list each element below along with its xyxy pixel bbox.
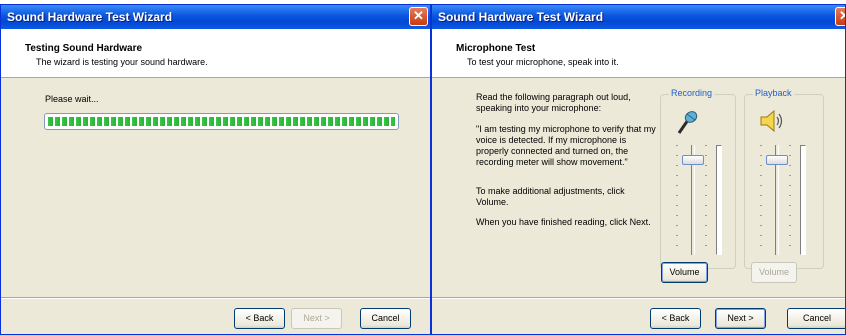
- recording-group: Recording: [660, 88, 736, 269]
- wizard-header: Testing Sound Hardware The wizard is tes…: [1, 29, 430, 78]
- next-button[interactable]: Next >: [291, 308, 342, 329]
- playback-label: Playback: [753, 88, 794, 98]
- slider-ticks: [789, 145, 791, 255]
- window-title: Sound Hardware Test Wizard: [7, 10, 173, 24]
- close-button[interactable]: ✕: [835, 7, 845, 26]
- status-text: Please wait...: [45, 94, 99, 104]
- back-button[interactable]: < Back: [650, 308, 701, 329]
- testing-sound-hardware-window: Sound Hardware Test Wizard ✕ Testing Sou…: [0, 4, 431, 335]
- slider-ticks: [760, 145, 762, 255]
- close-icon: ✕: [413, 8, 424, 23]
- cancel-button[interactable]: Cancel: [360, 308, 411, 329]
- progress-fill: [48, 117, 395, 126]
- playback-slider-thumb[interactable]: [766, 155, 788, 165]
- cancel-button[interactable]: Cancel: [787, 308, 845, 329]
- progress-bar: [44, 113, 399, 130]
- close-button[interactable]: ✕: [409, 7, 428, 26]
- header-title: Testing Sound Hardware: [25, 43, 143, 54]
- instruction-read-aloud: Read the following paragraph out loud, s…: [476, 92, 631, 113]
- slider-ticks: [705, 145, 707, 255]
- next-button[interactable]: Next >: [715, 308, 766, 329]
- recording-volume-button[interactable]: Volume: [661, 262, 708, 283]
- playback-level-meter: [800, 145, 806, 255]
- playback-volume-button[interactable]: Volume: [751, 262, 797, 283]
- slider-ticks: [676, 145, 678, 255]
- window-title: Sound Hardware Test Wizard: [438, 10, 604, 24]
- instruction-quote: "I am testing my microphone to verify th…: [476, 124, 656, 167]
- playback-group: Playback: [744, 88, 824, 269]
- title-bar[interactable]: Sound Hardware Test Wizard ✕: [1, 5, 430, 29]
- header-subtitle: The wizard is testing your sound hardwar…: [36, 57, 208, 67]
- instruction-next: When you have finished reading, click Ne…: [476, 217, 651, 227]
- recording-slider-thumb[interactable]: [682, 155, 704, 165]
- back-button[interactable]: < Back: [234, 308, 285, 329]
- speaker-icon: [760, 109, 783, 133]
- recording-level-meter: [716, 145, 722, 255]
- microphone-test-window: Sound Hardware Test Wizard ✕ Microphone …: [431, 4, 846, 335]
- microphone-icon: [677, 111, 698, 134]
- header-subtitle: To test your microphone, speak into it.: [467, 57, 619, 67]
- recording-label: Recording: [669, 88, 715, 98]
- title-bar[interactable]: Sound Hardware Test Wizard ✕: [432, 5, 845, 29]
- close-icon: ✕: [839, 8, 845, 23]
- button-separator: [432, 297, 845, 299]
- wizard-header: Microphone Test To test your microphone,…: [432, 29, 845, 78]
- header-title: Microphone Test: [456, 43, 536, 54]
- button-separator: [1, 297, 430, 299]
- instruction-volume: To make additional adjustments, click Vo…: [476, 186, 625, 207]
